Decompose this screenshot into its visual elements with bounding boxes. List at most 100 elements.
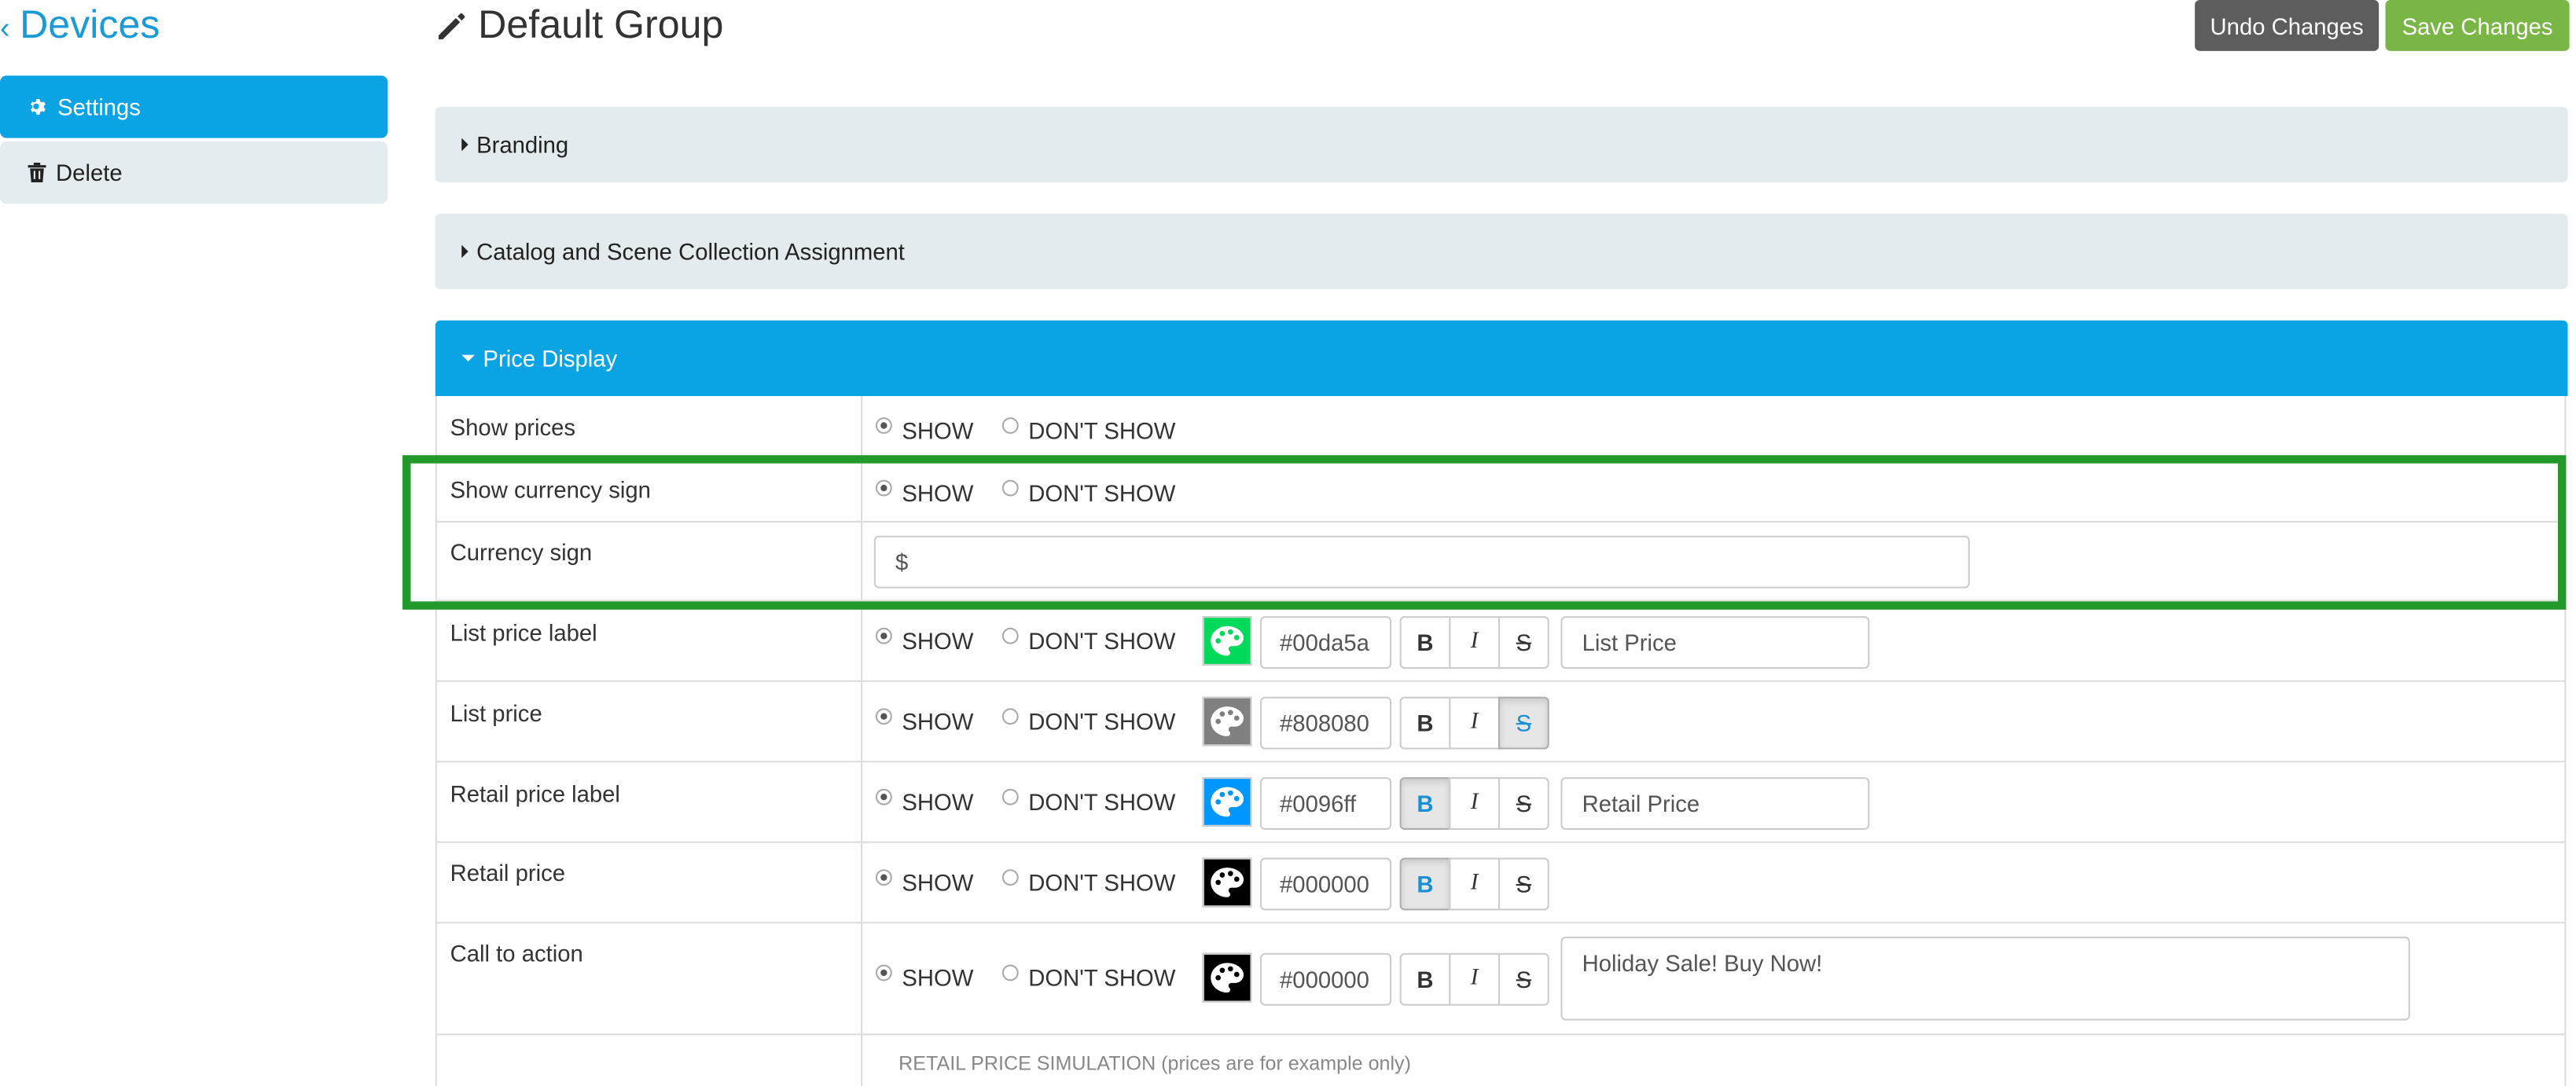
list-price-format-group: B I S [1399,696,1549,750]
radio-icon [875,788,892,805]
table-row [435,458,2567,523]
italic-button[interactable]: I [1449,857,1501,911]
save-changes-button[interactable]: Save Changes [2385,0,2570,51]
caret-right-icon [461,138,469,152]
palette-icon [1211,626,1244,656]
radio-icon [1001,479,1019,497]
row-label-show-prices: Show prices [450,413,576,441]
italic-button[interactable]: I [1449,616,1501,670]
show-prices-show-radio[interactable]: SHOW [875,417,974,444]
show-currency-sign-dont-show-radio[interactable]: DON'T SHOW [1001,479,1175,506]
chevron-left-icon: ‹ [0,10,10,44]
sidebar-item-settings[interactable]: Settings [0,75,388,138]
list-price-label-color-swatch[interactable] [1202,616,1252,666]
radio-icon [875,417,892,435]
list-price-label-dont-show-radio[interactable]: DON'T SHOW [1001,627,1176,655]
call-to-action-textarea[interactable]: Holiday Sale! Buy Now! [1560,936,2410,1021]
list-price-dont-show-radio[interactable]: DON'T SHOW [1001,708,1176,735]
section-branding[interactable]: Branding [435,106,2568,183]
radio-label: DON'T SHOW [1028,788,1176,816]
italic-button[interactable]: I [1449,952,1501,1006]
bold-button[interactable]: B [1399,952,1451,1006]
bold-button[interactable]: B [1399,616,1451,670]
radio-label: SHOW [902,708,974,735]
list-price-label-text-input[interactable] [1560,616,1870,670]
bold-button[interactable]: B [1399,777,1451,831]
strikethrough-button[interactable]: S [1497,616,1549,670]
strikethrough-button[interactable]: S [1497,952,1549,1006]
retail-price-color-input[interactable] [1259,857,1392,911]
call-to-action-color-input[interactable] [1259,952,1392,1006]
radio-icon [875,479,892,497]
call-to-action-show-radio[interactable]: SHOW [875,964,974,991]
retail-price-format-group: B I S [1399,857,1549,911]
radio-icon [1001,627,1019,644]
call-to-action-color-swatch[interactable] [1202,952,1252,1003]
retail-price-label-dont-show-radio[interactable]: DON'T SHOW [1001,788,1176,816]
italic-button[interactable]: I [1449,777,1501,831]
palette-icon [1211,963,1244,993]
radio-label: DON'T SHOW [1028,417,1176,444]
call-to-action-format-group: B I S [1399,952,1549,1006]
radio-icon [1001,788,1019,805]
list-price-color-input[interactable] [1259,696,1392,750]
radio-label: SHOW [902,869,974,896]
section-price-display[interactable]: Price Display [435,320,2568,396]
list-price-show-radio[interactable]: SHOW [875,708,974,735]
undo-changes-button[interactable]: Undo Changes [2195,0,2379,51]
sidebar-item-label: Delete [56,159,123,186]
show-currency-sign-show-radio[interactable]: SHOW [875,479,973,506]
radio-icon [875,708,892,725]
row-label-show-currency-sign: Show currency sign [450,476,651,503]
radio-label: DON'T SHOW [1028,869,1176,896]
retail-price-label-color-swatch[interactable] [1202,777,1252,827]
strikethrough-button[interactable]: S [1497,777,1549,831]
call-to-action-dont-show-radio[interactable]: DON'T SHOW [1001,964,1176,991]
retail-price-label-show-radio[interactable]: SHOW [875,788,973,815]
bold-button[interactable]: B [1399,857,1451,911]
page-title-text: Default Group [478,3,724,48]
radio-label: DON'T SHOW [1028,708,1176,735]
radio-icon [875,869,892,886]
radio-icon [1001,869,1019,886]
retail-price-label-format-group: B I S [1399,777,1549,831]
list-price-label-show-radio[interactable]: SHOW [875,627,973,654]
palette-icon [1211,787,1244,817]
section-title: Catalog and Scene Collection Assignment [476,238,905,265]
strikethrough-button[interactable]: S [1497,857,1549,911]
section-catalog-scene-assignment[interactable]: Catalog and Scene Collection Assignment [435,213,2568,290]
strikethrough-button[interactable]: S [1497,696,1549,750]
currency-sign-input[interactable] [873,535,1970,589]
page-title: Default Group [435,0,724,53]
radio-label: DON'T SHOW [1028,964,1176,991]
table-row [435,396,2567,459]
radio-label: SHOW [902,964,974,991]
show-prices-dont-show-radio[interactable]: DON'T SHOW [1001,417,1176,444]
retail-price-dont-show-radio[interactable]: DON'T SHOW [1001,869,1176,896]
back-link-label: Devices [20,3,160,48]
radio-label: SHOW [902,417,974,444]
italic-button[interactable]: I [1449,696,1501,750]
caret-right-icon [461,244,469,259]
radio-icon [875,964,892,981]
retail-price-label-text-input[interactable] [1560,777,1870,831]
list-price-label-format-group: B I S [1399,616,1549,670]
list-price-label-color-input[interactable] [1259,616,1392,670]
list-price-color-swatch[interactable] [1202,696,1252,747]
radio-icon [1001,417,1019,435]
trash-icon [28,163,46,183]
palette-icon [1211,868,1244,897]
bold-button[interactable]: B [1399,696,1451,750]
row-label-retail-price-label: Retail price label [450,780,620,807]
radio-label: DON'T SHOW [1028,627,1176,655]
row-label-list-price: List price [450,699,542,727]
section-title: Price Display [483,345,618,372]
gear-icon [30,98,46,115]
row-label-retail-price: Retail price [450,859,565,886]
retail-price-color-swatch[interactable] [1202,857,1252,908]
caret-down-icon [461,354,475,362]
sidebar-item-delete[interactable]: Delete [0,141,388,204]
retail-price-show-radio[interactable]: SHOW [875,869,974,896]
retail-price-label-color-input[interactable] [1259,777,1392,831]
back-to-devices-link[interactable]: ‹ Devices [0,0,160,53]
